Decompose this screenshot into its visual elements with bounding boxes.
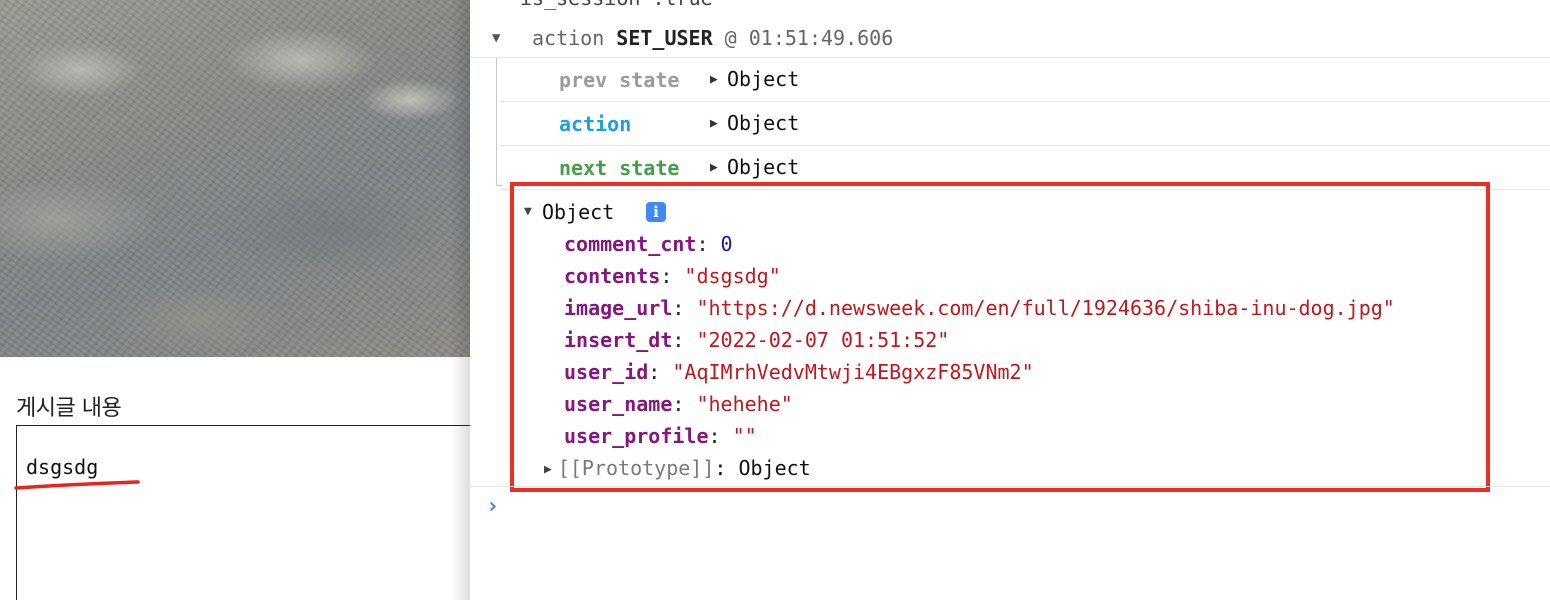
action-value[interactable]: Object bbox=[727, 111, 799, 135]
prototype-row[interactable]: ▶ [[Prototype]]: Object bbox=[544, 456, 811, 480]
post-image bbox=[0, 0, 470, 357]
action-time: @ 01:51:49.606 bbox=[724, 26, 894, 50]
prev-state-label: prev state bbox=[559, 68, 680, 92]
console-prompt-icon[interactable]: › bbox=[486, 494, 499, 519]
property-value: 0 bbox=[720, 232, 733, 256]
property-value: "AqIMrhVedvMtwji4EBgxzF85VNm2" bbox=[672, 360, 1034, 384]
pane-shadow bbox=[450, 0, 470, 600]
group-guide-line bbox=[496, 58, 497, 186]
prev-state-row[interactable]: prev state ▶ Object bbox=[500, 58, 1550, 102]
action-group-header[interactable]: ▼ action SET_USER @ 01:51:49.606 bbox=[470, 18, 1550, 58]
app-pane: 게시글 내용 dsgsdg bbox=[0, 0, 470, 600]
property-value: "https://d.newsweek.com/en/full/1924636/… bbox=[696, 296, 1395, 320]
action-type: SET_USER bbox=[616, 26, 713, 50]
action-row[interactable]: action ▶ Object bbox=[500, 102, 1550, 146]
property-key: image_url bbox=[564, 296, 673, 320]
next-state-value[interactable]: Object bbox=[727, 155, 799, 179]
property-value: "hehehe" bbox=[696, 392, 793, 416]
property-key: user_name bbox=[564, 392, 673, 416]
collapse-triangle-icon[interactable]: ▼ bbox=[492, 30, 500, 46]
object-property: image_url: "https://d.newsweek.com/en/fu… bbox=[564, 296, 1395, 320]
property-key: user_profile bbox=[564, 424, 709, 448]
console-line-cut: is_session :true bbox=[520, 0, 1550, 18]
property-key: insert_dt bbox=[564, 328, 673, 352]
property-key: user_id bbox=[564, 360, 649, 384]
property-key: comment_cnt bbox=[564, 232, 697, 256]
expanded-object-highlight: ▼ Object i comment_cnt: 0 contents: "dsg… bbox=[510, 182, 1490, 492]
next-state-label: next state bbox=[559, 156, 680, 180]
object-property: user_name: "hehehe" bbox=[564, 392, 793, 416]
prompt-separator bbox=[470, 486, 1550, 487]
property-key: contents bbox=[564, 264, 661, 288]
expand-triangle-icon[interactable]: ▶ bbox=[544, 462, 552, 477]
action-line-text: action SET_USER @ 01:51:49.606 bbox=[532, 26, 893, 50]
object-property: user_id: "AqIMrhVedvMtwji4EBgxzF85VNm2" bbox=[564, 360, 1034, 384]
property-value: "" bbox=[732, 424, 757, 448]
expand-triangle-icon[interactable]: ▶ bbox=[710, 72, 718, 87]
object-property: comment_cnt: 0 bbox=[564, 232, 733, 256]
property-value: "dsgsdg" bbox=[684, 264, 781, 288]
object-property: contents: "dsgsdg" bbox=[564, 264, 781, 288]
object-property: user_profile: "" bbox=[564, 424, 757, 448]
prototype-value: Object bbox=[738, 456, 811, 480]
action-label: action bbox=[559, 112, 632, 136]
devtools-console: is_session :true ▼ action SET_USER @ 01:… bbox=[470, 0, 1550, 600]
object-property: insert_dt: "2022-02-07 01:51:52" bbox=[564, 328, 950, 352]
action-prefix: action bbox=[532, 26, 605, 50]
property-value: "2022-02-07 01:51:52" bbox=[696, 328, 950, 352]
collapse-triangle-icon[interactable]: ▼ bbox=[524, 204, 532, 219]
object-title: Object bbox=[542, 200, 615, 224]
expand-triangle-icon[interactable]: ▶ bbox=[710, 116, 718, 131]
prototype-key: [[Prototype]] bbox=[557, 456, 715, 480]
content-textarea[interactable] bbox=[16, 425, 470, 600]
info-icon[interactable]: i bbox=[646, 202, 666, 222]
content-label: 게시글 내용 bbox=[16, 396, 122, 421]
content-text: dsgsdg bbox=[26, 455, 99, 479]
red-underline-annotation bbox=[14, 480, 140, 490]
expand-triangle-icon[interactable]: ▶ bbox=[710, 160, 718, 175]
prev-state-value[interactable]: Object bbox=[727, 67, 799, 91]
